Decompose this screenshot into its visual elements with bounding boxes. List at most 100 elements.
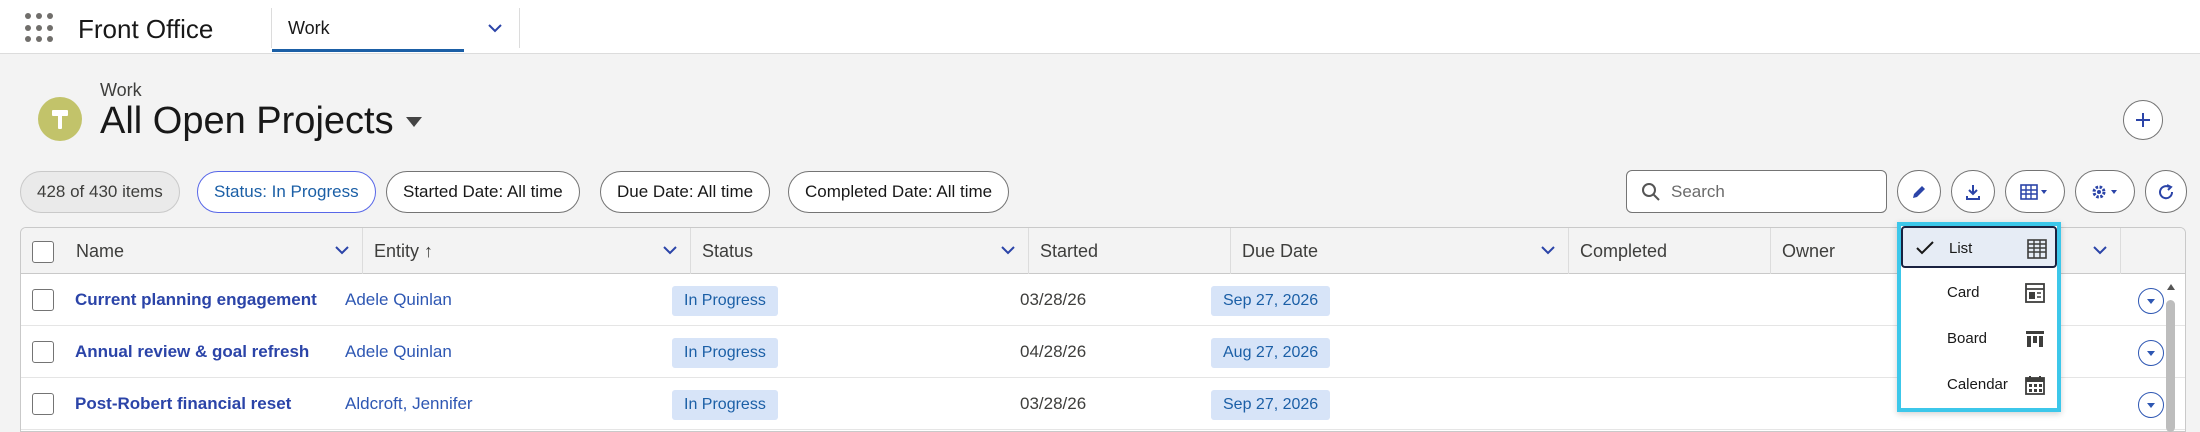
menu-item-label: Card <box>1947 284 1980 301</box>
column-label: Name <box>76 241 125 261</box>
status-badge: In Progress <box>672 390 778 420</box>
menu-item-label: Calendar <box>1947 376 2008 393</box>
display-as-button[interactable] <box>2005 170 2065 213</box>
chevron-down-icon <box>2147 403 2155 408</box>
chevron-down-icon[interactable] <box>334 242 350 258</box>
chevron-down-icon[interactable] <box>1540 242 1556 258</box>
status-badge: In Progress <box>672 338 778 368</box>
filter-value: All time <box>693 182 754 201</box>
chevron-down-icon <box>2147 351 2155 356</box>
menu-item-list[interactable]: List <box>1901 226 2057 268</box>
app-launcher-icon[interactable] <box>25 13 55 43</box>
entity-link[interactable]: Aldcroft, Jennifer <box>345 394 473 414</box>
edit-button[interactable] <box>1897 170 1941 213</box>
project-name-link[interactable]: Post-Robert financial reset <box>75 394 291 414</box>
filter-key: Completed Date: <box>805 182 933 201</box>
app-name: Front Office <box>78 14 214 44</box>
add-button[interactable] <box>2123 100 2163 140</box>
project-name-link[interactable]: Annual review & goal refresh <box>75 342 309 362</box>
column-header-name[interactable]: Name <box>65 228 363 274</box>
table-row[interactable]: Current planning engagement Adele Quinla… <box>21 274 2185 326</box>
filter-value: All time <box>503 182 563 201</box>
gear-icon <box>2092 185 2117 198</box>
column-label: Due Date <box>1242 241 1319 261</box>
refresh-button[interactable] <box>2145 170 2187 213</box>
started-date: 03/28/26 <box>1020 394 1087 413</box>
chevron-down-icon[interactable] <box>662 242 678 258</box>
select-all-checkbox[interactable] <box>32 241 54 263</box>
filter-pill-started-date[interactable]: Started Date: All time <box>386 171 580 213</box>
chevron-down-icon[interactable] <box>2092 242 2108 258</box>
chevron-down-icon <box>2147 299 2155 304</box>
work-object-icon <box>38 97 82 141</box>
filter-pill-status[interactable]: Status: In Progress <box>197 171 376 213</box>
row-action-button[interactable] <box>2138 340 2164 366</box>
display-as-menu: List Card Board Calendar <box>1897 222 2061 412</box>
row-action-button[interactable] <box>2138 392 2164 418</box>
column-header-status[interactable]: Status <box>691 228 1029 274</box>
menu-item-label: List <box>1949 240 1973 257</box>
due-date-badge: Sep 27, 2026 <box>1211 286 1331 316</box>
projects-table: Name Entity ↑ Status Started Due Date Co… <box>20 227 2186 432</box>
due-date-badge: Aug 27, 2026 <box>1211 338 1331 368</box>
nav-menu-chevron-icon[interactable] <box>470 8 520 48</box>
global-header: Front Office Work <box>0 0 2200 54</box>
page-title: All Open Projects <box>100 100 394 142</box>
column-header-due-date[interactable]: Due Date <box>1231 228 1569 274</box>
list-view-switcher-icon[interactable] <box>406 117 422 127</box>
row-checkbox[interactable] <box>32 341 54 363</box>
search-icon <box>1642 183 1660 201</box>
filter-key: Due Date: <box>617 182 694 201</box>
table-row[interactable]: Post-Robert financial reset Aldcroft, Je… <box>21 378 2185 430</box>
nav-tab-work[interactable]: Work <box>272 6 464 52</box>
table-header: Name Entity ↑ Status Started Due Date Co… <box>21 228 2185 274</box>
sort-ascending-icon: ↑ <box>424 241 434 261</box>
table-row[interactable]: Annual review & goal refresh Adele Quinl… <box>21 326 2185 378</box>
column-label-wrap: Entity ↑ <box>374 241 433 262</box>
column-header-completed[interactable]: Completed <box>1569 228 1771 274</box>
status-badge: In Progress <box>672 286 778 316</box>
filter-key: Started Date: <box>403 182 504 201</box>
item-count-badge: 428 of 430 items <box>20 171 180 213</box>
column-label: Status <box>702 241 754 261</box>
menu-item-label: Board <box>1947 330 1988 347</box>
entity-link[interactable]: Adele Quinlan <box>345 342 452 362</box>
search-placeholder: Search <box>1671 182 1725 201</box>
scrollbar-thumb[interactable] <box>2166 300 2175 432</box>
started-date: 03/28/26 <box>1020 290 1087 309</box>
download-button[interactable] <box>1951 170 1995 213</box>
filter-key: Status: <box>214 182 267 201</box>
row-checkbox[interactable] <box>32 289 54 311</box>
settings-button[interactable] <box>2075 170 2135 213</box>
filter-pill-due-date[interactable]: Due Date: All time <box>600 171 771 213</box>
column-label: Completed <box>1580 241 1668 261</box>
search-input[interactable]: Search <box>1626 170 1887 213</box>
table-icon <box>2027 239 2047 259</box>
menu-item-board[interactable]: Board <box>1901 318 2057 360</box>
table-icon <box>2020 183 2047 200</box>
filter-value: In Progress <box>266 182 359 201</box>
scroll-up-arrow-icon[interactable] <box>2166 282 2176 292</box>
board-icon <box>2026 331 2044 347</box>
project-name-link[interactable]: Current planning engagement <box>75 290 317 310</box>
row-checkbox[interactable] <box>32 393 54 415</box>
check-icon <box>1916 241 1934 255</box>
column-header-started[interactable]: Started <box>1029 228 1231 274</box>
calendar-icon <box>2025 376 2045 395</box>
entity-link[interactable]: Adele Quinlan <box>345 290 452 310</box>
menu-item-card[interactable]: Card <box>1901 272 2057 314</box>
started-date: 04/28/26 <box>1020 342 1087 361</box>
filter-pill-completed-date[interactable]: Completed Date: All time <box>788 171 1010 213</box>
column-label: Owner <box>1782 241 1836 261</box>
download-icon <box>1966 184 1980 200</box>
object-label: Work <box>100 80 142 100</box>
pencil-icon <box>1913 185 1925 198</box>
refresh-icon <box>2159 183 2174 199</box>
menu-item-calendar[interactable]: Calendar <box>1901 364 2057 406</box>
row-action-button[interactable] <box>2138 288 2164 314</box>
nav-tab-label: Work <box>288 18 330 38</box>
column-header-entity[interactable]: Entity ↑ <box>363 228 691 274</box>
card-icon <box>2025 283 2045 303</box>
due-date-badge: Sep 27, 2026 <box>1211 390 1331 420</box>
chevron-down-icon[interactable] <box>1000 242 1016 258</box>
